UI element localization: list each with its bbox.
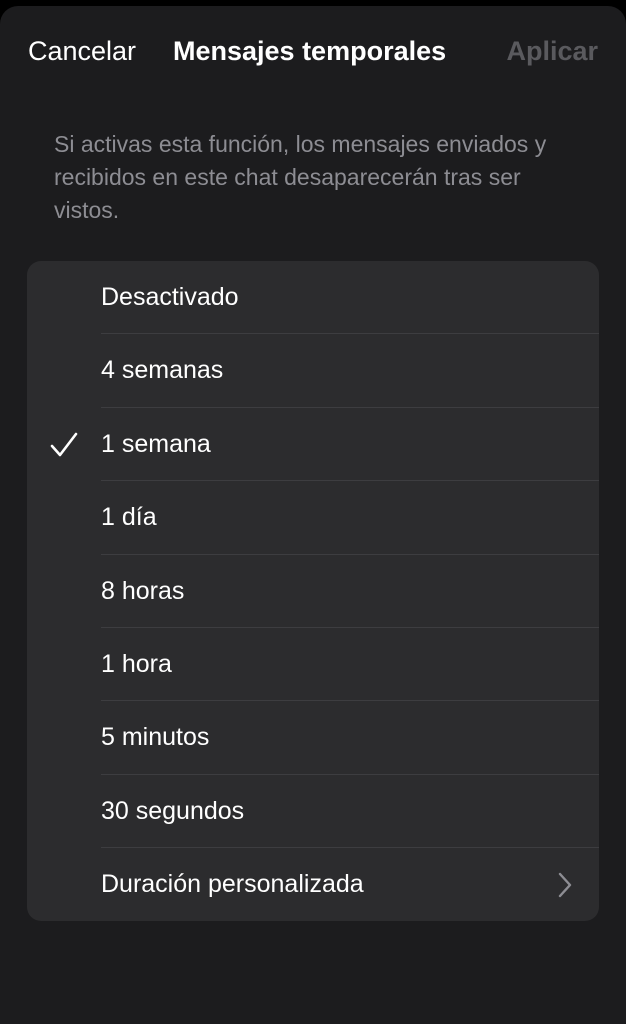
option-label: Desactivado: [101, 283, 239, 311]
option-8-horas[interactable]: 8 horas: [27, 555, 599, 628]
checkmark-icon: [50, 432, 78, 457]
option-desactivado[interactable]: Desactivado: [27, 261, 599, 335]
cancel-button[interactable]: Cancelar: [28, 36, 136, 67]
option-1-semana[interactable]: 1 semana: [27, 408, 599, 482]
duration-options-list: Desactivado 4 semanas 1 semana 1 día 8 h…: [27, 261, 599, 921]
option-label: 4 semanas: [101, 356, 224, 385]
navigation-bar: Cancelar Mensajes temporales Aplicar: [0, 6, 626, 96]
option-label: Duración personalizada: [101, 870, 364, 899]
option-label: 5 minutos: [101, 723, 210, 752]
option-label: 8 horas: [101, 576, 185, 605]
page-title: Mensajes temporales: [173, 36, 447, 66]
option-label: 1 semana: [101, 429, 211, 458]
option-label: 1 día: [101, 503, 157, 532]
option-1-dia[interactable]: 1 día: [27, 481, 599, 555]
option-1-hora[interactable]: 1 hora: [27, 628, 599, 702]
chevron-right-icon: [558, 872, 572, 898]
description-text: Si activas esta función, los mensajes en…: [54, 131, 547, 223]
option-duracion-personalizada[interactable]: Duración personalizada: [27, 848, 599, 921]
option-30-segundos[interactable]: 30 segundos: [27, 775, 599, 849]
option-label: 30 segundos: [101, 796, 245, 825]
option-5-minutos[interactable]: 5 minutos: [27, 701, 599, 775]
apply-button[interactable]: Aplicar: [506, 36, 598, 67]
option-4-semanas[interactable]: 4 semanas: [27, 334, 599, 408]
option-label: 1 hora: [101, 649, 172, 678]
disappearing-messages-sheet: Cancelar Mensajes temporales Aplicar Si …: [0, 6, 626, 1024]
